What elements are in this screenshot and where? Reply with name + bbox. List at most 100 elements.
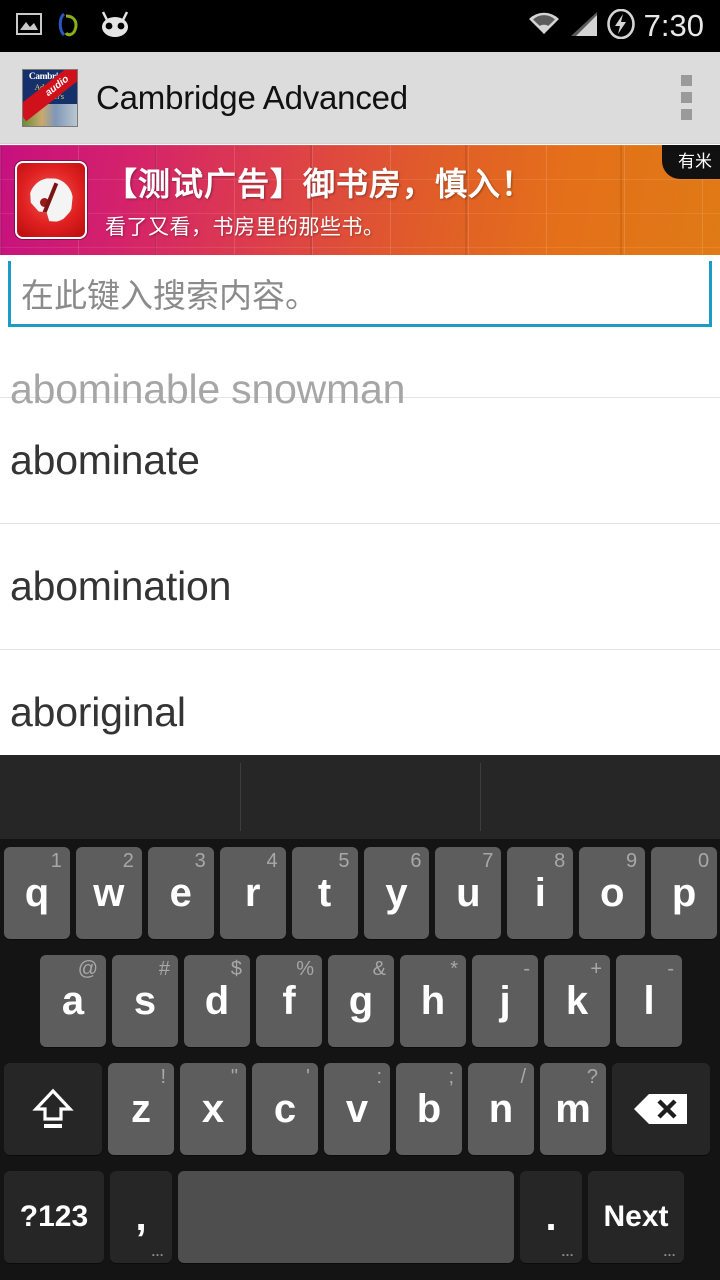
status-bar: 7:30 (0, 0, 720, 52)
key-superscript: 4 (266, 850, 278, 872)
backspace-key[interactable] (612, 1063, 710, 1155)
key-label: l (643, 979, 655, 1023)
ad-text-block: 【测试广告】御书房，慎入！ 看了又看，书房里的那些书。 (105, 159, 534, 241)
key-label: x (201, 1087, 225, 1131)
key-p[interactable]: 0p (651, 847, 718, 939)
key-label: t (317, 871, 332, 915)
key-label: a (61, 979, 85, 1023)
suggestion-slot[interactable] (0, 755, 240, 839)
next-key[interactable]: Next… (588, 1171, 684, 1263)
suggestion-slot[interactable] (480, 755, 720, 839)
list-item[interactable]: abomination (0, 524, 720, 650)
key-label: n (488, 1087, 514, 1131)
key-label: f (282, 979, 296, 1023)
list-item-label: aboriginal (10, 689, 186, 735)
key-f[interactable]: % f (256, 955, 322, 1047)
suggestion-slot[interactable] (240, 755, 480, 839)
key-o[interactable]: 9o (579, 847, 646, 939)
key-superscript: 8 (554, 850, 566, 872)
cellular-signal-icon (570, 11, 598, 42)
key-x[interactable]: " x (180, 1063, 246, 1155)
key-label: e (169, 871, 192, 915)
key-label: g (348, 979, 374, 1023)
key-r[interactable]: 4r (219, 847, 286, 939)
suggestion-strip (0, 755, 720, 839)
key-q[interactable]: 1q (4, 847, 70, 939)
key-u[interactable]: 7u (435, 847, 502, 939)
key-d[interactable]: $ d (184, 955, 250, 1047)
comma-key[interactable]: ,… (110, 1171, 172, 1263)
key-superscript: ' (306, 1066, 310, 1088)
key-label: p (671, 871, 697, 915)
cyanogenmod-icon (98, 10, 132, 43)
list-item[interactable]: aboriginal (0, 650, 720, 755)
action-bar: Cambridge AdvancedLearner's audio Cambri… (0, 52, 720, 144)
key-superscript: & (372, 958, 386, 980)
space-key[interactable] (178, 1171, 514, 1263)
key-superscript: " (230, 1066, 238, 1088)
key-label: o (599, 871, 625, 915)
key-t[interactable]: 5t (291, 847, 358, 939)
key-s[interactable]: # s (112, 955, 178, 1047)
key-superscript: 5 (338, 850, 350, 872)
keyboard-row-1: 1q 2w 3e 4r 5t 6y 7u 8i 9o 0p (0, 839, 720, 947)
key-superscript: ; (448, 1066, 454, 1088)
key-n[interactable]: / n (468, 1063, 534, 1155)
backspace-icon (633, 1092, 689, 1126)
keyboard-row-2: @ a # s $ d % f & g * h -j + k -l (0, 947, 720, 1055)
key-b[interactable]: ; b (396, 1063, 462, 1155)
key-y[interactable]: 6y (363, 847, 430, 939)
key-m[interactable]: ? m (540, 1063, 606, 1155)
key-superscript: * (450, 958, 458, 980)
key-superscript: - (667, 958, 674, 980)
android-screen: 7:30 Cambridge AdvancedLearner's audio C… (0, 0, 720, 1280)
key-i[interactable]: 8i (507, 847, 574, 939)
key-superscript: 3 (194, 850, 206, 872)
ad-network-tag[interactable]: 有米 (662, 145, 720, 179)
more-options-dots: … (151, 1244, 165, 1259)
list-item-label: abominable snowman (10, 366, 406, 412)
key-w[interactable]: 2w (75, 847, 142, 939)
more-options-dots: … (561, 1244, 575, 1259)
key-l[interactable]: -l (616, 955, 682, 1047)
key-v[interactable]: :v (324, 1063, 390, 1155)
key-g[interactable]: & g (328, 955, 394, 1047)
key-label: b (416, 1087, 442, 1131)
key-label: j (499, 979, 511, 1023)
advertisement-banner[interactable]: 【测试广告】御书房，慎入！ 看了又看，书房里的那些书。 有米 (0, 145, 720, 255)
key-superscript: 6 (410, 850, 422, 872)
gallery-image-icon (16, 12, 42, 41)
key-c[interactable]: ' c (252, 1063, 318, 1155)
key-label: ?123 (19, 1200, 89, 1233)
key-a[interactable]: @ a (40, 955, 106, 1047)
search-field-container: 在此键入搜索内容。 (0, 255, 720, 335)
key-superscript: 7 (482, 850, 494, 872)
key-superscript: : (376, 1066, 382, 1088)
key-superscript: ! (160, 1066, 166, 1088)
status-bar-system-icons: 7:30 (527, 0, 720, 52)
shift-key[interactable] (4, 1063, 102, 1155)
search-input[interactable]: 在此键入搜索内容。 (8, 261, 712, 327)
palette-app-icon (15, 161, 87, 239)
key-z[interactable]: ! z (108, 1063, 174, 1155)
soft-keyboard: 1q 2w 3e 4r 5t 6y 7u 8i 9o 0p @ a # s $ d %… (0, 755, 720, 1280)
overflow-menu-button[interactable] (681, 75, 692, 120)
keyboard-row-3: ! z " x ' c :v ; b / n ? m (0, 1055, 720, 1163)
key-k[interactable]: + k (544, 955, 610, 1047)
key-e[interactable]: 3e (147, 847, 214, 939)
key-h[interactable]: * h (400, 955, 466, 1047)
shift-icon (30, 1086, 76, 1132)
period-key[interactable]: .… (520, 1171, 582, 1263)
key-label: Next (603, 1200, 669, 1233)
list-item[interactable]: abominate (0, 398, 720, 524)
key-label: c (273, 1087, 297, 1131)
key-superscript: 0 (697, 850, 710, 872)
key-label: h (420, 979, 446, 1023)
search-results-list[interactable]: abominable snowman abominate abomination… (0, 300, 720, 755)
overflow-dot (681, 75, 692, 86)
symbols-key[interactable]: ?123 (4, 1171, 104, 1263)
key-superscript: $ (230, 958, 242, 980)
key-superscript: ? (586, 1066, 598, 1088)
page-title: Cambridge Advanced (96, 78, 408, 116)
key-j[interactable]: -j (472, 955, 538, 1047)
